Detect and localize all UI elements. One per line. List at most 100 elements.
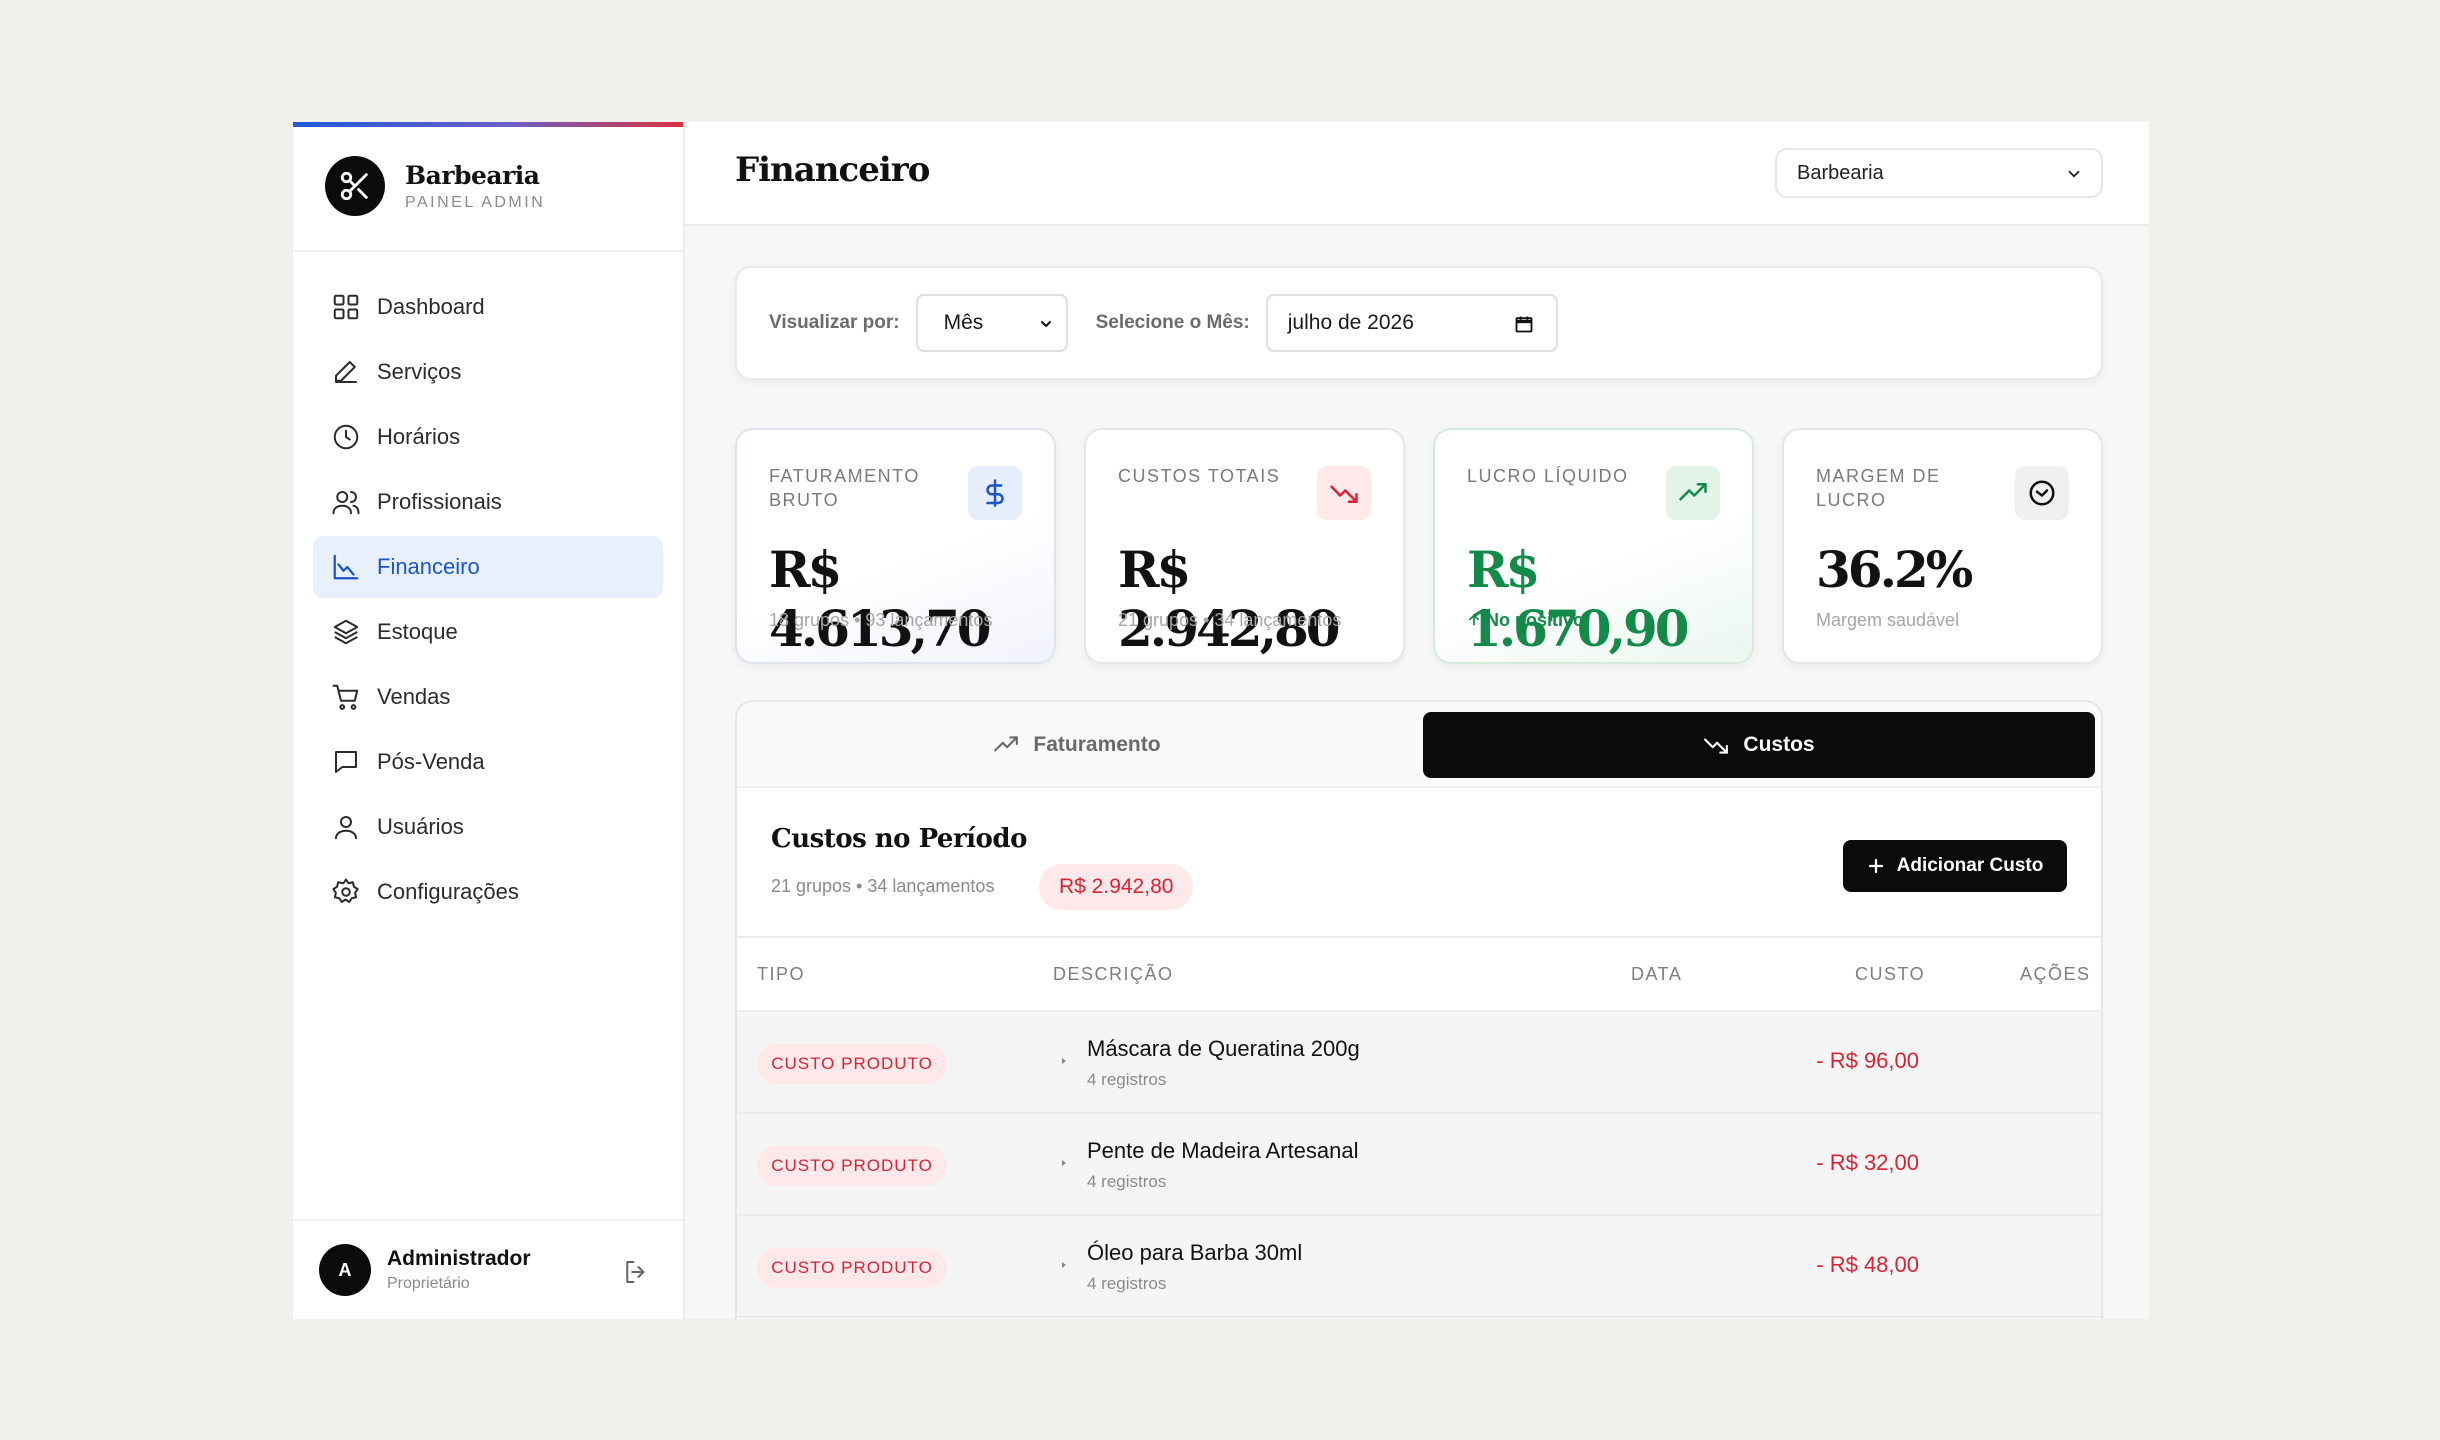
app-window: Barbearia PAINEL ADMIN Dashboard Serviço…: [293, 122, 2149, 1319]
arrow-up-icon: [1469, 614, 1479, 626]
row-cost: - R$ 32,00: [1816, 1150, 1919, 1175]
chevron-down-icon: [2068, 170, 2080, 178]
table-header: TIPO DESCRIÇÃO DATA CUSTO AÇÕES: [737, 938, 2101, 1012]
row-cost: - R$ 96,00: [1816, 1048, 1919, 1073]
sidebar-item-pos-venda[interactable]: Pós-Venda: [313, 731, 663, 793]
tabs: Faturamento Custos: [737, 702, 2101, 788]
kpi-value: R$ 4.613,70: [769, 540, 992, 658]
kpi-label: CUSTOS TOTAIS: [1118, 466, 1281, 486]
table-row[interactable]: CUSTO PRODUTO Pente de Madeira Artesanal…: [737, 1114, 2101, 1216]
col-actions: AÇÕES: [2020, 964, 2091, 984]
row-sub: 4 registros: [1087, 1274, 1167, 1293]
sidebar-item-label: Profissionais: [377, 489, 502, 514]
tab-label: Custos: [1743, 733, 1815, 756]
sidebar-item-vendas[interactable]: Vendas: [313, 666, 663, 728]
col-date[interactable]: DATA: [1631, 964, 1682, 985]
sidebar-item-label: Pós-Venda: [377, 749, 485, 774]
month-label: Selecione o Mês:: [1095, 312, 1250, 333]
col-description[interactable]: DESCRIÇÃO: [1053, 964, 1174, 985]
costs-total-badge: R$ 2.942,80: [1039, 864, 1194, 910]
add-cost-button[interactable]: Adicionar Custo: [1843, 840, 2067, 892]
tab-custos[interactable]: Custos: [1423, 712, 2095, 778]
user-box: A Administrador Proprietário: [293, 1219, 683, 1319]
chart-icon: [333, 554, 359, 580]
calendar-icon[interactable]: [1514, 314, 1534, 334]
kpi-sub-text: No positivo: [1486, 610, 1585, 630]
kpi-sub: 18 grupos • 93 lançamentos: [769, 610, 993, 630]
topbar: Financeiro Barbearia: [685, 122, 2149, 226]
caret-right-icon[interactable]: [1059, 1158, 1069, 1168]
sidebar-item-horarios[interactable]: Horários: [313, 406, 663, 468]
page-title: Financeiro: [735, 150, 930, 190]
row-cost: - R$ 48,00: [1816, 1252, 1919, 1277]
chevron-down-icon: [1040, 321, 1051, 327]
sidebar-item-financeiro[interactable]: Financeiro: [313, 536, 663, 598]
sidebar-item-label: Serviços: [377, 359, 462, 384]
sidebar-item-servicos[interactable]: Serviços: [313, 341, 663, 403]
plus-icon: [1868, 858, 1883, 874]
col-cost[interactable]: CUSTO: [1855, 964, 1925, 985]
costs-panel: Faturamento Custos Custos no Período 21 …: [735, 700, 2103, 1319]
row-title: Óleo para Barba 30ml: [1087, 1240, 1303, 1265]
view-by-value: Mês: [943, 311, 984, 334]
tab-label: Faturamento: [1033, 733, 1161, 756]
sidebar-item-usuarios[interactable]: Usuários: [313, 796, 663, 858]
kpi-label: FATURAMENTO BRUTO: [769, 466, 920, 510]
trend-down-icon: [1317, 466, 1371, 520]
brand[interactable]: Barbearia PAINEL ADMIN: [293, 122, 683, 252]
row-sub: 4 registros: [1087, 1172, 1167, 1191]
table-row[interactable]: CUSTO PRODUTO Óleo para Barba 30ml 4 reg…: [737, 1216, 2101, 1318]
month-value: julho de 2026: [1287, 311, 1414, 334]
trend-up-icon: [1666, 466, 1720, 520]
avatar: A: [319, 1244, 371, 1296]
layers-icon: [333, 619, 359, 645]
cart-icon: [332, 684, 359, 710]
row-title: Máscara de Queratina 200g: [1087, 1036, 1360, 1061]
store-select-value: Barbearia: [1797, 161, 1884, 184]
pencil-icon: [335, 361, 357, 383]
trend-down-icon: [1704, 738, 1729, 754]
user-icon: [335, 816, 357, 840]
sidebar-item-label: Vendas: [377, 684, 451, 709]
month-input[interactable]: julho de 2026: [1265, 294, 1558, 352]
kpi-sub: Margem saudável: [1816, 610, 1960, 630]
user-name: Administrador: [387, 1247, 531, 1270]
filter-card: Visualizar por: Mês Selecione o Mês: jul…: [735, 266, 2103, 380]
kpi-margem-lucro: MARGEM DE LUCRO 36.2% Margem saudável: [1782, 428, 2103, 664]
sidebar-item-label: Dashboard: [377, 294, 485, 319]
kpi-value: R$ 2.942,80: [1118, 540, 1341, 658]
view-by-select[interactable]: Mês: [915, 294, 1068, 352]
users-icon: [332, 491, 360, 515]
clock-icon: [333, 424, 359, 450]
user-role: Proprietário: [387, 1275, 470, 1292]
store-select[interactable]: Barbearia: [1775, 148, 2103, 198]
costs-header: Custos no Período 21 grupos • 34 lançame…: [737, 788, 2101, 938]
caret-right-icon[interactable]: [1059, 1260, 1069, 1270]
main-content: Financeiro Barbearia Visualizar por: Mês…: [685, 122, 2149, 1319]
sidebar-item-estoque[interactable]: Estoque: [313, 601, 663, 663]
accent-bar: [293, 122, 683, 127]
row-sub: 4 registros: [1087, 1070, 1167, 1089]
sidebar-item-configuracoes[interactable]: Configurações: [313, 861, 663, 923]
kpi-sub: No positivo: [1467, 610, 1584, 631]
caret-right-icon[interactable]: [1059, 1056, 1069, 1066]
sidebar-item-label: Estoque: [377, 619, 458, 644]
sidebar: Barbearia PAINEL ADMIN Dashboard Serviço…: [293, 122, 685, 1319]
sidebar-item-dashboard[interactable]: Dashboard: [313, 276, 663, 338]
tab-faturamento[interactable]: Faturamento: [747, 712, 1407, 778]
gauge-icon: [2015, 466, 2069, 520]
sidebar-item-profissionais[interactable]: Profissionais: [313, 471, 663, 533]
logout-icon[interactable]: [621, 1257, 651, 1287]
sidebar-nav: Dashboard Serviços Horários Profissionai…: [293, 252, 683, 1219]
sidebar-item-label: Horários: [377, 424, 461, 449]
col-type[interactable]: TIPO: [757, 964, 805, 985]
sidebar-item-label: Configurações: [377, 879, 519, 904]
kpi-sub: 21 grupos • 34 lançamentos: [1118, 610, 1342, 630]
table-row[interactable]: CUSTO PRODUTO Máscara de Queratina 200g …: [737, 1012, 2101, 1114]
gear-icon: [332, 878, 359, 903]
sidebar-item-label: Financeiro: [377, 554, 480, 579]
kpi-row: FATURAMENTO BRUTO R$ 4.613,70 18 grupos …: [735, 428, 2103, 664]
grid-icon: [333, 294, 359, 320]
chat-icon: [335, 751, 357, 773]
add-cost-label: Adicionar Custo: [1896, 855, 2044, 876]
